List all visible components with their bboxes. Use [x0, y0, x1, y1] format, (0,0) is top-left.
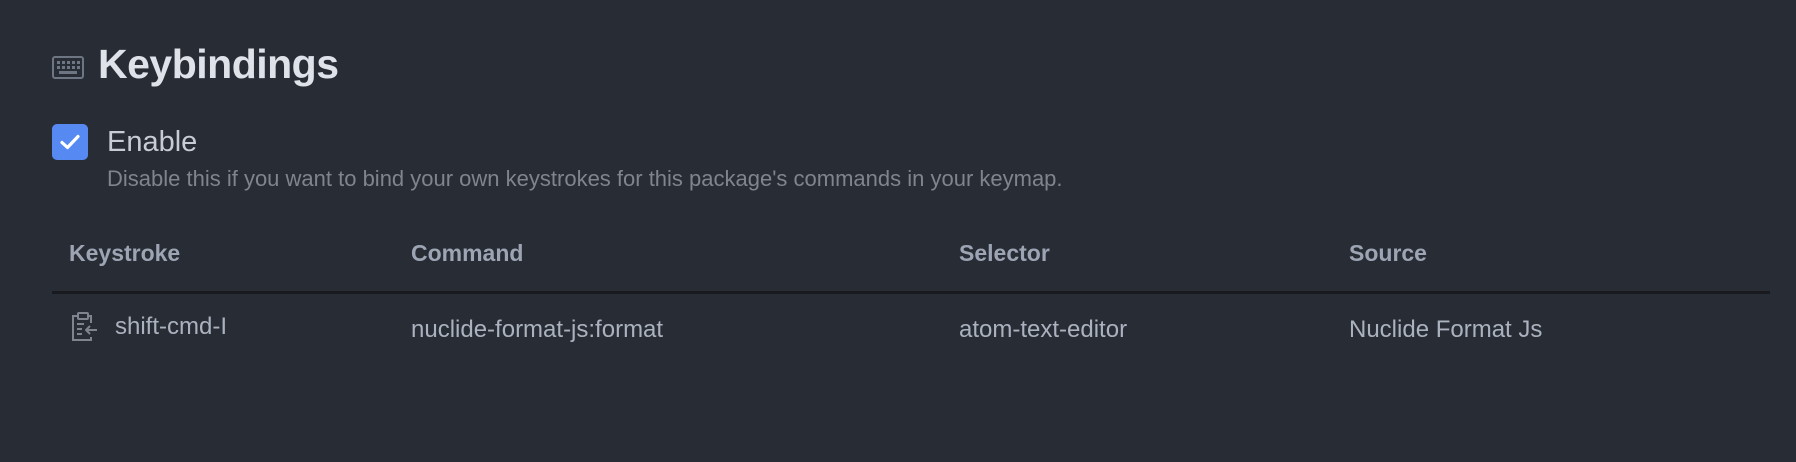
selector-cell: atom-text-editor	[959, 316, 1128, 343]
table-header-row: Keystroke Command Selector Source	[52, 226, 1770, 294]
enable-setting: Enable Disable this if you want to bind …	[52, 124, 1770, 214]
enable-label[interactable]: Enable	[107, 126, 197, 159]
keyboard-icon	[52, 54, 84, 80]
keystroke-value: shift-cmd-I	[115, 312, 228, 340]
keystroke-cell: shift-cmd-I	[52, 293, 411, 367]
table-row: shift-cmd-I nuclide-format-js:format ato…	[52, 293, 1770, 367]
source-cell: Nuclide Format Js	[1349, 316, 1543, 343]
enable-description: Disable this if you want to bind your ow…	[107, 166, 1063, 191]
checkmark-icon	[60, 134, 80, 150]
column-header-keystroke: Keystroke	[52, 226, 411, 294]
keybindings-section: Keybindings Enable Disable this if you w…	[52, 28, 1770, 343]
column-header-selector: Selector	[959, 226, 1349, 294]
copy-keybinding-icon[interactable]	[69, 311, 99, 343]
command-cell: nuclide-format-js:format	[411, 316, 664, 343]
keybindings-table: Keystroke Command Selector Source shift-…	[52, 226, 1770, 366]
column-header-command: Command	[411, 226, 959, 294]
enable-checkbox[interactable]	[52, 124, 88, 160]
column-header-source: Source	[1349, 226, 1770, 294]
section-heading: Keybindings	[52, 28, 1770, 100]
section-title: Keybindings	[98, 40, 339, 87]
